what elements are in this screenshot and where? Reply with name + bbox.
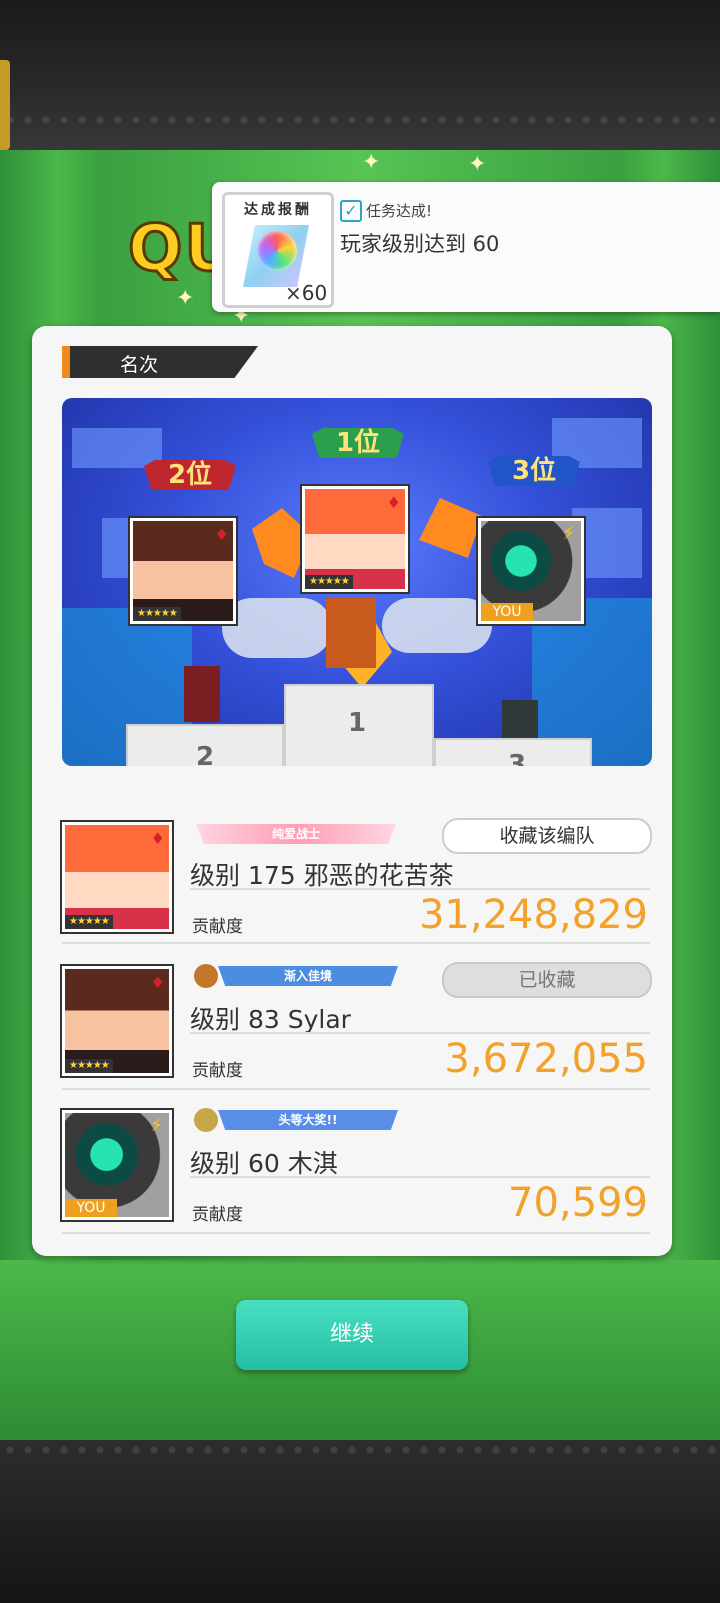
rank-1-ribbon: 1位 <box>312 428 404 458</box>
you-tag: YOU <box>65 1199 117 1217</box>
divider <box>190 1032 650 1034</box>
flame-effect <box>419 498 482 558</box>
medal-icon <box>194 1108 218 1132</box>
row-name: 级别 60 木淇 <box>190 1149 338 1178</box>
ranking-card: 名次 1位 2位 3位 ♦ ★★★★★ ♦ ★★★★★ ⚡ YOU 2 1 3 … <box>32 326 672 1256</box>
divider <box>62 942 650 944</box>
reward-header: 达成报酬 <box>244 202 312 218</box>
contribution-label: 贡献度 <box>192 917 243 937</box>
section-tag <box>62 346 258 378</box>
pixel-cloud <box>72 428 162 468</box>
contribution-score: 31,248,829 <box>418 892 648 938</box>
podium-number-3: 3 <box>508 750 527 766</box>
row-portrait-3[interactable]: ⚡ YOU <box>62 1110 172 1220</box>
rank-3-ribbon: 3位 <box>488 456 580 486</box>
podium-scene: 1位 2位 3位 ♦ ★★★★★ ♦ ★★★★★ ⚡ YOU 2 1 3 <box>62 398 652 766</box>
pixel-character <box>184 666 220 722</box>
task-description: 玩家级别达到 60 <box>340 232 500 256</box>
pixel-character <box>326 598 376 668</box>
star-rating: ★★★★★ <box>305 575 353 589</box>
rank-3-portrait[interactable]: ⚡ YOU <box>478 518 584 624</box>
section-label: 名次 <box>120 354 159 376</box>
title-badge: 头等大奖!! <box>218 1110 398 1130</box>
contribution-score: 3,672,055 <box>444 1036 648 1082</box>
diamond-icon: ♦ <box>386 493 401 512</box>
save-formation-button[interactable]: 收藏该编队 <box>442 818 652 854</box>
diamond-icon: ♦ <box>150 973 165 992</box>
row-name: 级别 83 Sylar <box>190 1005 351 1034</box>
sparkle-icon: ✦ <box>362 150 381 175</box>
row-portrait-1[interactable]: ♦ ★★★★★ <box>62 822 172 932</box>
section-tag-accent <box>62 346 70 378</box>
rank-1-portrait[interactable]: ♦ ★★★★★ <box>302 486 408 592</box>
star-rating: ★★★★★ <box>133 607 181 621</box>
row-name: 级别 175 邪恶的花苦茶 <box>190 861 454 890</box>
star-rating: ★★★★★ <box>65 915 113 929</box>
reward-quantity: ×60 <box>285 281 328 305</box>
sparkle-icon: ✦ <box>176 286 195 311</box>
saved-formation-button[interactable]: 已收藏 <box>442 962 652 998</box>
title-badge: 纯爱战士 <box>196 824 396 844</box>
reward-toast: 达成报酬 ×60 ✓ 任务达成! 玩家级别达到 60 <box>212 182 720 312</box>
podium-block-3: 3 <box>434 738 592 766</box>
smoke-effect <box>382 598 492 653</box>
podium-number-2: 2 <box>196 742 215 766</box>
rank-2-ribbon: 2位 <box>144 460 236 490</box>
podium-block-2: 2 <box>126 724 284 766</box>
diamond-icon: ♦ <box>214 525 229 544</box>
bottom-frame <box>0 1440 720 1603</box>
frame-trim <box>0 60 10 150</box>
rank-2-portrait[interactable]: ♦ ★★★★★ <box>130 518 236 624</box>
podium-block-1: 1 <box>284 684 434 766</box>
divider <box>190 888 650 890</box>
medal-icon <box>194 964 218 988</box>
you-tag: YOU <box>481 603 533 621</box>
star-rating: ★★★★★ <box>65 1059 113 1073</box>
lightning-icon: ⚡ <box>150 1115 163 1136</box>
rainbow-orb-icon <box>257 231 297 271</box>
divider <box>62 1088 650 1090</box>
reward-item: 达成报酬 ×60 <box>222 192 334 308</box>
sparkle-icon: ✦ <box>468 152 487 177</box>
divider <box>190 1176 650 1178</box>
contribution-label: 贡献度 <box>192 1205 243 1225</box>
smoke-effect <box>222 598 332 658</box>
contribution-label: 贡献度 <box>192 1061 243 1081</box>
contribution-score: 70,599 <box>508 1180 648 1226</box>
checkmark-icon: ✓ <box>340 200 362 222</box>
title-badge: 渐入佳境 <box>218 966 398 986</box>
diamond-icon: ♦ <box>150 829 165 848</box>
top-frame <box>0 0 720 160</box>
task-status: 任务达成! <box>366 202 433 220</box>
podium-number-1: 1 <box>348 708 367 738</box>
row-portrait-2[interactable]: ♦ ★★★★★ <box>62 966 172 1076</box>
continue-button[interactable]: 继续 <box>236 1300 468 1370</box>
lightning-icon: ⚡ <box>562 523 575 544</box>
divider <box>62 1232 650 1234</box>
